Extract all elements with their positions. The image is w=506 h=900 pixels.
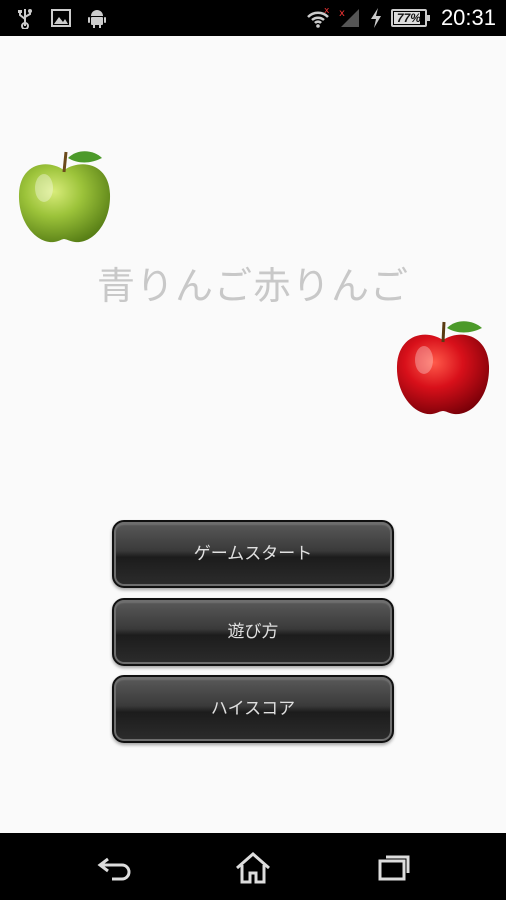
- svg-text:x: x: [339, 8, 345, 19]
- charging-icon: [370, 8, 381, 28]
- svg-text:x: x: [324, 7, 330, 16]
- image-icon: [51, 9, 71, 27]
- usb-icon: [18, 9, 32, 29]
- navigation-bar: [0, 833, 506, 900]
- high-score-button[interactable]: ハイスコア: [112, 675, 394, 743]
- battery-icon: 77%: [390, 9, 430, 27]
- green-apple-image: [18, 151, 111, 243]
- clock: 20:31: [440, 5, 496, 30]
- home-icon[interactable]: [233, 851, 273, 885]
- back-icon[interactable]: [96, 851, 136, 885]
- android-icon: [88, 10, 106, 28]
- red-apple-image: [396, 321, 490, 415]
- wifi-icon: x: [307, 7, 330, 28]
- status-bar: x x 77% 20:31: [0, 0, 506, 36]
- signal-icon: x: [339, 8, 359, 27]
- battery-level: 77%: [396, 11, 421, 25]
- how-to-play-button[interactable]: 遊び方: [112, 598, 394, 666]
- app-title: 青りんご赤りんご: [96, 264, 409, 308]
- recent-apps-icon[interactable]: [374, 851, 414, 885]
- game-start-button[interactable]: ゲームスタート: [112, 520, 394, 588]
